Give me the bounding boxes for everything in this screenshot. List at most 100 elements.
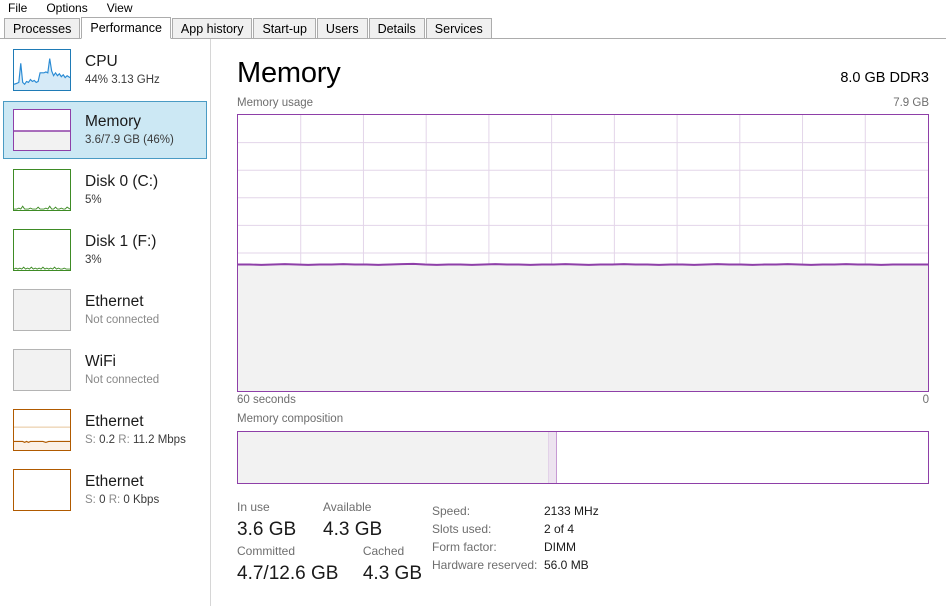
sidebar-item-title: Disk 1 (F:): [85, 233, 157, 250]
sidebar-item-title: Ethernet: [85, 413, 144, 430]
resource-sidebar: CPU 44% 3.13 GHz Memory 3.6/7.9 GB (46%): [0, 39, 211, 606]
stat-value: 3.6 GB: [237, 519, 297, 540]
stat-value: DIMM: [544, 540, 576, 554]
tab-strip: Processes Performance App history Start-…: [0, 17, 946, 39]
axis-label-left: 60 seconds: [237, 394, 296, 406]
tab-services[interactable]: Services: [425, 18, 492, 39]
cpu-sparkline-thumbnail: [13, 49, 71, 91]
stat-cached: Cached 4.3 GB: [363, 543, 422, 587]
sidebar-item-sub: Not connected: [85, 374, 160, 386]
tab-start-up[interactable]: Start-up: [253, 18, 316, 39]
stat-key: Hardware reserved:: [432, 558, 538, 572]
stat-hardware-reserved: Hardware reserved: 56.0 MB: [432, 556, 599, 574]
sidebar-item-text: WiFi Not connected: [85, 352, 159, 388]
sidebar-item-text: Disk 1 (F:) 3%: [85, 232, 156, 268]
stat-label: Available: [323, 500, 372, 514]
sidebar-item-sub: S: 0.2 R: 11.2 Mbps: [85, 432, 186, 448]
graph-caption: Memory usage: [237, 97, 314, 109]
sidebar-item-text: Disk 0 (C:) 5%: [85, 172, 158, 208]
memory-stats: In use 3.6 GB Available 4.3 GB Committed…: [237, 499, 929, 604]
composition-caption: Memory composition: [237, 413, 344, 425]
sidebar-item-title: Memory: [85, 113, 141, 130]
tab-details[interactable]: Details: [368, 18, 425, 39]
stat-row-2: Committed 4.7/12.6 GB Cached 4.3 GB: [237, 543, 422, 587]
sidebar-item-ethernet-idle[interactable]: Ethernet S: 0 R: 0 Kbps: [3, 461, 207, 519]
disk0-sparkline-thumbnail: [13, 169, 71, 211]
stat-label: Committed: [237, 544, 296, 558]
page-title: Memory: [237, 57, 341, 89]
sidebar-item-sub: 3%: [85, 254, 102, 266]
tab-users[interactable]: Users: [316, 18, 368, 39]
stat-label: In use: [237, 500, 270, 514]
sidebar-item-text: CPU 44% 3.13 GHz: [85, 52, 160, 88]
axis-label-right: 0: [922, 394, 929, 406]
sidebar-item-title: WiFi: [85, 353, 116, 370]
sidebar-item-disk-1[interactable]: Disk 1 (F:) 3%: [3, 221, 207, 279]
menu-item-file[interactable]: File: [6, 0, 36, 16]
menu-bar: File Options View: [0, 0, 946, 16]
sidebar-item-title: Ethernet: [85, 293, 144, 310]
tab-processes[interactable]: Processes: [4, 18, 81, 39]
sidebar-item-ethernet-active[interactable]: Ethernet S: 0.2 R: 11.2 Mbps: [3, 401, 207, 459]
sidebar-item-title: CPU: [85, 53, 118, 70]
stat-speed: Speed: 2133 MHz: [432, 502, 599, 520]
composition-available-segment: [557, 432, 928, 483]
sidebar-item-cpu[interactable]: CPU 44% 3.13 GHz: [3, 41, 207, 99]
stat-available: Available 4.3 GB: [323, 499, 382, 543]
memory-detail-panel: Memory 8.0 GB DDR3 Memory usage 7.9 GB 6…: [212, 39, 946, 606]
send-label: S:: [85, 434, 96, 446]
graph-caption-row: Memory usage 7.9 GB: [237, 97, 929, 109]
receive-value: 0 Kbps: [123, 494, 160, 506]
menu-item-view[interactable]: View: [105, 0, 142, 16]
stat-key: Slots used:: [432, 522, 492, 536]
disk1-sparkline-thumbnail: [13, 229, 71, 271]
ethernet-sparkline-thumbnail: [13, 409, 71, 451]
sidebar-item-text: Ethernet S: 0.2 R: 11.2 Mbps: [85, 412, 186, 448]
receive-label: R:: [118, 434, 130, 446]
graph-max-label: 7.9 GB: [893, 97, 929, 109]
stat-key: Form factor:: [432, 540, 497, 554]
stats-right-column: Speed: 2133 MHz Slots used: 2 of 4 Form …: [432, 502, 599, 574]
wifi-disconnected-thumbnail: [13, 349, 71, 391]
memory-usage-graph[interactable]: [237, 114, 929, 392]
memory-sparkline-thumbnail: [13, 109, 71, 151]
sidebar-item-memory[interactable]: Memory 3.6/7.9 GB (46%): [3, 101, 207, 159]
sidebar-item-sub: 3.6/7.9 GB (46%): [85, 134, 174, 146]
stat-value: 56.0 MB: [544, 558, 589, 572]
ethernet-idle-thumbnail: [13, 469, 71, 511]
stat-value: 2133 MHz: [544, 504, 599, 518]
sidebar-item-wifi[interactable]: WiFi Not connected: [3, 341, 207, 399]
sidebar-item-ethernet-disconnected-1[interactable]: Ethernet Not connected: [3, 281, 207, 339]
sidebar-item-disk-0[interactable]: Disk 0 (C:) 5%: [3, 161, 207, 219]
stat-key: Speed:: [432, 504, 471, 518]
send-value: 0: [99, 494, 106, 506]
hardware-summary: 8.0 GB DDR3: [840, 70, 929, 86]
memory-composition-bar[interactable]: [237, 431, 929, 484]
sidebar-item-text: Ethernet Not connected: [85, 292, 159, 328]
stat-slots-used: Slots used: 2 of 4: [432, 520, 599, 538]
task-manager-window: File Options View Processes Performance …: [0, 0, 946, 606]
sidebar-item-sub: 44% 3.13 GHz: [85, 74, 160, 86]
stat-value: 4.7/12.6 GB: [237, 563, 339, 584]
panel-header: Memory 8.0 GB DDR3: [237, 56, 929, 90]
sidebar-item-title: Ethernet: [85, 473, 144, 490]
stat-in-use: In use 3.6 GB: [237, 499, 323, 543]
sidebar-item-sub: 5%: [85, 194, 102, 206]
stat-committed: Committed 4.7/12.6 GB: [237, 543, 363, 587]
composition-in-use-segment: [238, 432, 549, 483]
stat-value: 4.3 GB: [323, 519, 383, 540]
stat-form-factor: Form factor: DIMM: [432, 538, 599, 556]
tab-performance[interactable]: Performance: [81, 17, 171, 39]
sidebar-item-text: Ethernet S: 0 R: 0 Kbps: [85, 472, 159, 508]
sidebar-item-sub: S: 0 R: 0 Kbps: [85, 492, 159, 508]
receive-value: 11.2 Mbps: [132, 434, 186, 446]
graph-axis-row: 60 seconds 0: [237, 394, 929, 406]
sidebar-item-text: Memory 3.6/7.9 GB (46%): [85, 112, 174, 148]
composition-divider: [548, 432, 558, 483]
menu-item-options[interactable]: Options: [44, 0, 96, 16]
stat-value: 4.3 GB: [362, 563, 422, 584]
sidebar-item-title: Disk 0 (C:): [85, 173, 159, 190]
send-value: 0.2: [99, 434, 116, 446]
tab-app-history[interactable]: App history: [171, 18, 253, 39]
receive-label: R:: [108, 494, 121, 506]
